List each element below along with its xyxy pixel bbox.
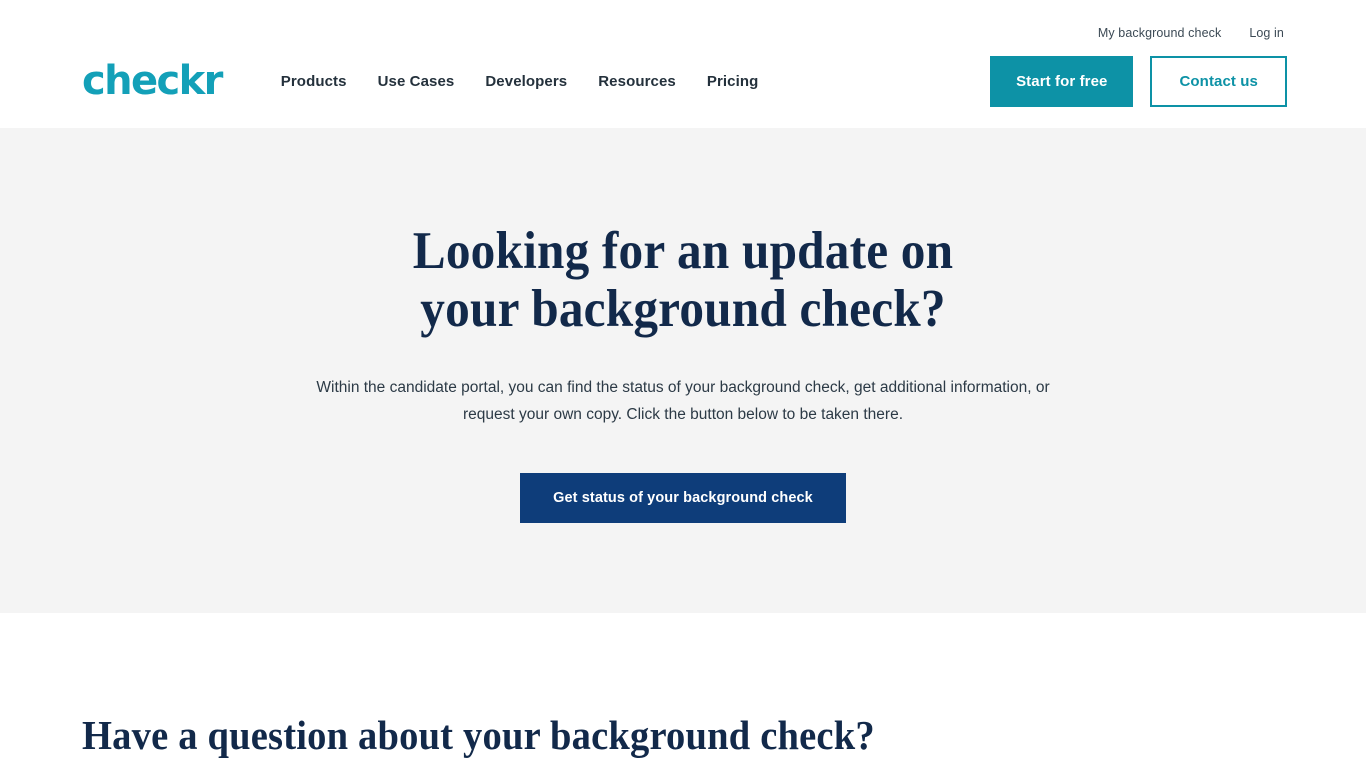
faq-heading-line-1: Have a question about your background ch… [82,712,875,758]
page-root: My background check Log in checkr Produc… [0,0,1366,768]
header-cta-group: Start for free Contact us [990,55,1287,107]
hero-section: Looking for an update on your background… [0,128,1366,613]
utility-link-my-background-check[interactable]: My background check [1098,26,1222,40]
header-main-row: checkr Products Use Cases Developers Res… [0,44,1366,118]
faq-heading: Have a question about your background ch… [82,710,1212,768]
start-for-free-button[interactable]: Start for free [990,55,1134,107]
hero-heading: Looking for an update on your background… [412,222,954,339]
nav-item-developers[interactable]: Developers [485,73,567,90]
utility-nav: My background check Log in [1098,0,1366,50]
site-header: My background check Log in checkr Produc… [0,0,1366,128]
contact-us-button[interactable]: Contact us [1150,55,1287,107]
faq-section: Have a question about your background ch… [0,613,1366,768]
utility-link-log-in[interactable]: Log in [1249,26,1284,40]
nav-item-use-cases[interactable]: Use Cases [378,73,455,90]
primary-nav: Products Use Cases Developers Resources … [281,73,759,90]
nav-item-pricing[interactable]: Pricing [707,73,759,90]
get-status-button[interactable]: Get status of your background check [520,473,846,524]
nav-item-resources[interactable]: Resources [598,73,676,90]
checkr-logo[interactable]: checkr [82,61,223,101]
faq-heading-line-2: See if it's been answered in our FAQs [82,760,1212,768]
nav-item-products[interactable]: Products [281,73,347,90]
hero-subtitle: Within the candidate portal, you can fin… [316,378,1050,423]
